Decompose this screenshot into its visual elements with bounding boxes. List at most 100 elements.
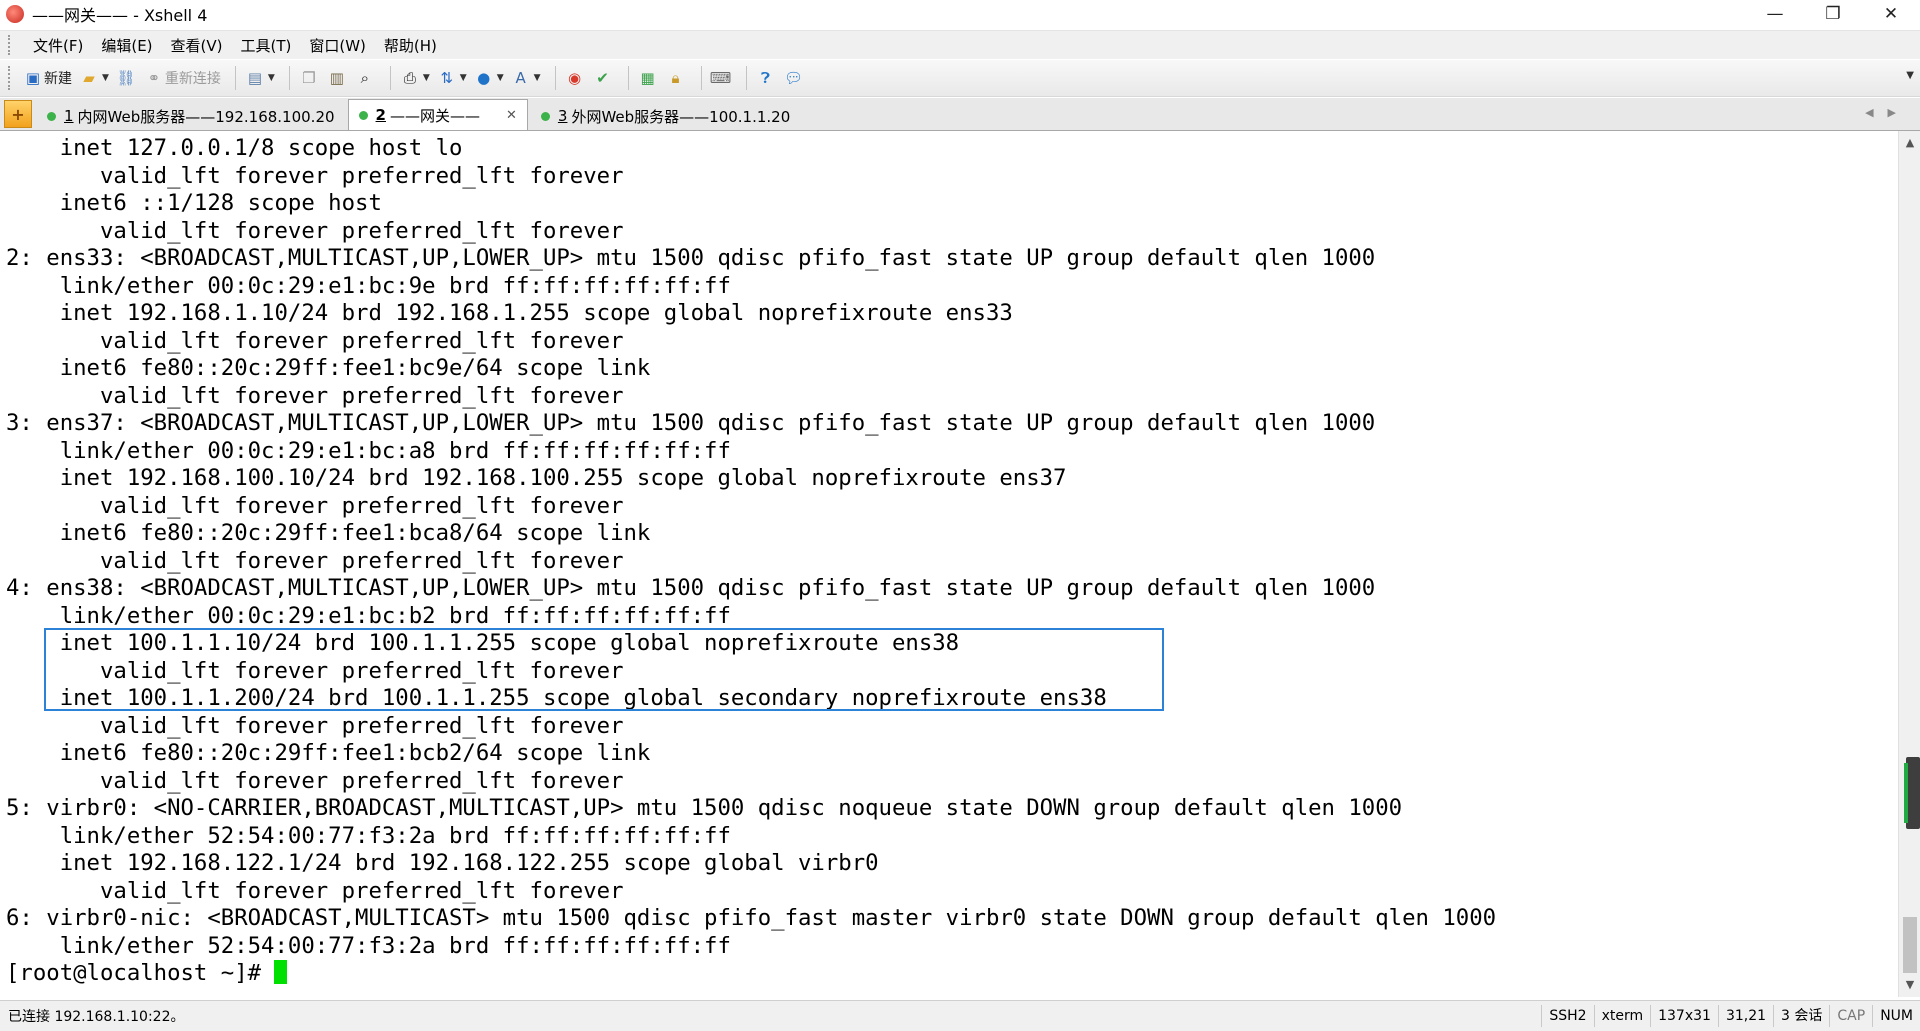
scroll-down-icon[interactable]: ▼ (1899, 975, 1920, 995)
lock-button[interactable]: 🔒︎ (665, 67, 687, 89)
tab-session-1[interactable]: 1 内网Web服务器——192.168.100.20 (36, 101, 346, 130)
terminal-line: inet6 fe80::20c:29ff:fee1:bca8/64 scope … (6, 520, 651, 546)
terminal-scrollbar[interactable]: ▲ ▼ (1898, 131, 1920, 997)
paste-button[interactable]: ▥ (326, 67, 348, 89)
new-session-label: 新建 (44, 71, 72, 87)
connect-button[interactable]: ⛓ (115, 67, 137, 89)
properties-button[interactable]: ▤ ▼ (244, 67, 275, 89)
connected-status-icon (358, 110, 368, 120)
transfer-icon: ⇅ (440, 69, 454, 87)
terminal-line: inet 192.168.100.10/24 brd 192.168.100.2… (6, 465, 1067, 491)
minimize-button[interactable]: — (1746, 0, 1804, 28)
transfer-button[interactable]: ⇅ ▼ (436, 67, 467, 89)
search-icon: ⌕ (360, 69, 370, 87)
terminal-line: inet 192.168.122.1/24 brd 192.168.122.25… (6, 850, 879, 876)
toolbar-divider (288, 66, 290, 90)
add-session-button[interactable]: + (4, 100, 32, 128)
menu-file[interactable]: 文件(F) (24, 35, 92, 56)
connection-status: 已连接 192.168.1.10:22。 (8, 1009, 185, 1025)
menu-tools[interactable]: 工具(T) (232, 35, 301, 56)
toolbar-overflow-icon[interactable]: ▼ (1906, 70, 1914, 81)
layout-button[interactable]: ▦ (637, 67, 659, 89)
scroll-up-icon[interactable]: ▲ (1899, 133, 1920, 153)
tab-session-3[interactable]: 3 外网Web服务器——100.1.1.20 (530, 101, 801, 130)
xshell-button[interactable]: ◉ (564, 67, 586, 89)
status-terminal-type: xterm (1593, 1005, 1651, 1027)
menu-view[interactable]: 查看(V) (162, 35, 232, 56)
toolbar-divider (627, 66, 629, 90)
toolbar-divider (745, 66, 747, 90)
menu-window[interactable]: 窗口(W) (300, 35, 375, 56)
close-button[interactable]: ✕ (1862, 0, 1920, 28)
chevron-down-icon: ▼ (267, 73, 275, 83)
terminal-area[interactable]: inet 127.0.0.1/8 scope host lo valid_lft… (0, 131, 1898, 997)
chevron-down-icon: ▼ (533, 73, 541, 83)
terminal-line: valid_lft forever preferred_lft forever (6, 492, 624, 519)
scrollbar-thumb[interactable] (1903, 917, 1917, 973)
keyboard-icon: ⌨ (709, 69, 732, 87)
menu-bar: 文件(F) 编辑(E) 查看(V) 工具(T) 窗口(W) 帮助(H) (0, 30, 1920, 59)
status-session-count: 3 会话 (1773, 1005, 1829, 1027)
status-cursor-position: 31,21 (1717, 1005, 1773, 1027)
tab-number: 3 (557, 107, 568, 125)
terminal-line: 5: virbr0: <NO-CARRIER,BROADCAST,MULTICA… (6, 795, 1403, 821)
terminal-line: link/ether 00:0c:29:e1:bc:b2 brd ff:ff:f… (6, 602, 731, 629)
terminal-line: link/ether 52:54:00:77:f3:2a brd ff:ff:f… (6, 822, 731, 849)
window-controls: — ❐ ✕ (1746, 0, 1920, 28)
globe-button[interactable]: ● ▼ (473, 67, 503, 89)
help-icon: ❓︎ (761, 69, 771, 87)
keyboard-button[interactable]: ⌨ (710, 67, 732, 89)
title-bar: ——网关—— - Xshell 4 — ❐ ✕ (0, 0, 1920, 28)
restore-button[interactable]: ❐ (1804, 0, 1862, 28)
chat-bubble-icon: 💬︎ (784, 69, 804, 87)
terminal-prompt-line[interactable]: [root@localhost ~]# (6, 960, 1898, 988)
copy-icon: ❐ (302, 69, 316, 87)
menu-help[interactable]: 帮助(H) (375, 35, 446, 56)
highlight-annotation-box (44, 628, 1164, 711)
toolbar: ▣ 新建 ▰ ▼ ⛓ ⚭ 重新连接 ▤ ▼ ❐ ▥ ⌕ ⎙ ▼ ⇅ ▼ ● ▼ … (0, 60, 1920, 97)
tab-number: 1 (64, 107, 74, 125)
terminal-line: valid_lft forever preferred_lft forever (6, 162, 624, 189)
menu-edit[interactable]: 编辑(E) (92, 35, 161, 56)
terminal-line: 4: ens38: <BROADCAST,MULTICAST,UP,LOWER_… (6, 575, 1376, 601)
window-title: ——网关—— - Xshell 4 (32, 6, 208, 25)
link-icon: ⛓ (116, 69, 136, 87)
tab-close-icon[interactable]: ✕ (506, 108, 517, 123)
session-tab-bar: + 1 内网Web服务器——192.168.100.20 2 ——网关—— ✕ … (0, 98, 1920, 131)
reconnect-icon: ⚭ (147, 69, 161, 87)
menu-grip[interactable] (8, 35, 14, 55)
open-button[interactable]: ▰ ▼ (78, 67, 109, 89)
terminal-line: link/ether 52:54:00:77:f3:2a brd ff:ff:f… (6, 932, 731, 959)
xshell-icon: ◉ (567, 69, 582, 87)
terminal-line: inet6 fe80::20c:29ff:fee1:bcb2/64 scope … (6, 740, 651, 766)
font-button[interactable]: A ▼ (510, 67, 541, 89)
terminal-cursor (274, 960, 288, 984)
tab-scroll-arrows[interactable]: ◀▶ (1865, 106, 1910, 119)
connected-status-icon (47, 111, 56, 121)
chat-button[interactable]: 💬︎ (783, 67, 805, 89)
tab-number: 2 (375, 106, 386, 124)
chevron-down-icon: ▼ (102, 73, 109, 83)
tab-label: ——网关—— (389, 106, 480, 125)
tab-label: 外网Web服务器——100.1.1.20 (571, 107, 791, 126)
new-session-button[interactable]: ▣ 新建 (22, 67, 72, 89)
xftp-button[interactable]: ✔ (592, 67, 614, 89)
tab-session-2[interactable]: 2 ——网关—— ✕ (347, 99, 528, 130)
toolbar-grip[interactable] (8, 66, 14, 90)
toolbar-divider (234, 66, 236, 90)
print-button[interactable]: ⎙ ▼ (399, 67, 430, 89)
globe-icon: ● (477, 69, 491, 87)
terminal-line: 3: ens37: <BROADCAST,MULTICAST,UP,LOWER_… (6, 410, 1376, 436)
side-panel-handle[interactable] (1904, 757, 1920, 829)
help-button[interactable]: ❓︎ (755, 67, 777, 89)
status-terminal-size: 137x31 (1650, 1005, 1718, 1027)
paste-icon: ▥ (329, 69, 344, 87)
reconnect-button[interactable]: ⚭ 重新连接 (143, 67, 221, 89)
status-num-lock: NUM (1872, 1005, 1920, 1027)
lock-icon: 🔒︎ (671, 69, 680, 87)
terminal-line: valid_lft forever preferred_lft forever (6, 327, 624, 354)
chevron-down-icon: ▼ (459, 73, 467, 83)
find-button[interactable]: ⌕ (354, 67, 376, 89)
tab-label: 内网Web服务器——192.168.100.20 (77, 107, 335, 126)
copy-button[interactable]: ❐ (298, 67, 320, 89)
